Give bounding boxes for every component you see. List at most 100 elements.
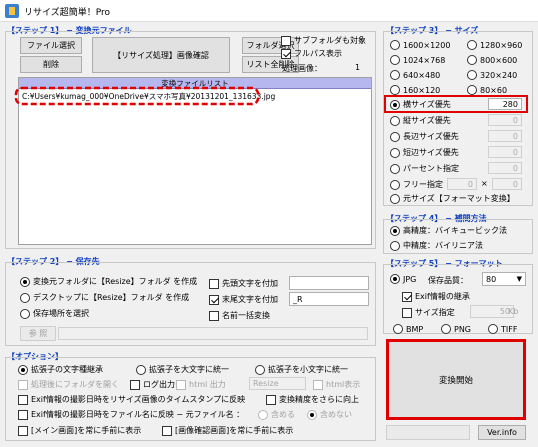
suffix-label: 末尾文字を付加 <box>222 295 278 304</box>
quality-label: 保存品質： <box>428 276 468 285</box>
processed-label: 処理画像： <box>282 64 322 73</box>
subfolder-label: サブフォルダも対象 <box>294 36 366 45</box>
app-icon <box>5 4 19 18</box>
tiff-label: TIFF <box>501 324 518 334</box>
quality-select[interactable]: 80 ▼ <box>482 272 526 286</box>
save-path-field[interactable] <box>58 327 368 340</box>
browse-button[interactable]: 参 照 <box>20 326 56 341</box>
main-front-label: [メイン画面]を常に手前に表示 <box>31 426 142 435</box>
free-size-radio[interactable]: フリー指定 <box>390 179 443 190</box>
long-side-radio[interactable]: 長辺サイズ優先 <box>390 131 459 142</box>
percent-input[interactable]: 0 <box>488 162 522 174</box>
width-priority-label: 横サイズ優先 <box>403 100 451 109</box>
subfolder-checkbox[interactable]: サブフォルダも対象 <box>281 35 366 46</box>
save-choose-radio[interactable]: 保存場所を選択 <box>20 308 89 319</box>
bmp-label: BMP <box>406 324 424 334</box>
height-input[interactable]: 0 <box>488 114 522 126</box>
preset-1600-label: 1600×1200 <box>403 40 451 50</box>
convert-start-button[interactable]: 変換開始 <box>386 339 526 420</box>
bmp-radio[interactable]: BMP <box>393 324 423 334</box>
preset-1024-radio[interactable]: 1024×768 <box>390 55 445 65</box>
free-height-input[interactable]: 0 <box>492 178 522 190</box>
preset-80-radio[interactable]: 80×60 <box>467 85 507 95</box>
exif-stamp-checkbox[interactable]: Exif情報の撮影日時をリサイズ画像のタイムスタンプに反映 <box>18 394 245 405</box>
prefix-checkbox[interactable]: 先頭文字を付加 <box>209 278 278 289</box>
save-choose-label: 保存場所を選択 <box>33 309 89 318</box>
png-radio[interactable]: PNG <box>441 324 471 334</box>
fullpath-checkbox[interactable]: フルパス表示 <box>281 48 342 59</box>
prefix-label: 先頭文字を付加 <box>222 279 278 288</box>
resize-name-field[interactable]: Resize <box>249 377 306 390</box>
bicubic-label: 高精度：バイキュービック法 <box>403 226 507 235</box>
long-side-label: 長辺サイズ優先 <box>403 132 459 141</box>
window-title: リサイズ超簡単！Pro <box>24 8 111 18</box>
confirm-front-checkbox[interactable]: [画像確認画面]を常に手前に表示 <box>162 425 293 436</box>
bicubic-radio[interactable]: 高精度：バイキュービック法 <box>390 225 507 236</box>
log-output-checkbox[interactable]: ログ出力 <box>130 379 175 390</box>
file-select-button[interactable]: ファイル選択 <box>20 37 82 54</box>
fullpath-label: フルパス表示 <box>294 49 342 58</box>
chevron-down-icon: ▼ <box>516 275 522 283</box>
preset-320-radio[interactable]: 320×240 <box>467 70 517 80</box>
resize-confirm-button[interactable]: 【リサイズ処理】画像確認 <box>92 37 230 73</box>
main-front-checkbox[interactable]: [メイン画面]を常に手前に表示 <box>18 425 141 436</box>
preset-640-radio[interactable]: 640×480 <box>390 70 440 80</box>
jpg-radio[interactable]: JPG <box>390 274 416 284</box>
preset-1600-radio[interactable]: 1600×1200 <box>390 40 450 50</box>
html-show-checkbox[interactable]: html表示 <box>313 379 360 390</box>
save-desktop-radio[interactable]: デスクトップに【Resize】フォルダ を作成 <box>20 292 189 303</box>
short-side-input[interactable]: 0 <box>488 146 522 158</box>
short-side-label: 短辺サイズ優先 <box>403 148 459 157</box>
size-limit-checkbox[interactable]: サイズ指定 <box>402 307 455 318</box>
original-size-radio[interactable]: 元サイズ【フォーマット変換】 <box>390 193 515 204</box>
preset-800-radio[interactable]: 800×600 <box>467 55 517 65</box>
suffix-input[interactable]: _R <box>289 292 369 306</box>
height-priority-radio[interactable]: 縦サイズ優先 <box>390 115 451 126</box>
html-output-checkbox[interactable]: html 出力 <box>176 379 226 390</box>
exif-name-checkbox[interactable]: Exif情報の撮影日時をファイル名に反映 − 元ファイル名 ： <box>18 409 244 420</box>
rename-label: 名前一括変換 <box>222 311 270 320</box>
tiff-radio[interactable]: TIFF <box>488 324 517 334</box>
percent-radio[interactable]: パーセント指定 <box>390 163 459 174</box>
preset-1280-radio[interactable]: 1280×960 <box>467 40 522 50</box>
ext-upper-radio[interactable]: 拡張子を大文字に統一 <box>136 364 229 375</box>
bilinear-radio[interactable]: 中精度：バイリニア法 <box>390 240 483 251</box>
width-priority-radio[interactable]: 横サイズ優先 <box>390 99 451 110</box>
short-side-radio[interactable]: 短辺サイズ優先 <box>390 147 459 158</box>
precision-checkbox[interactable]: 変換精度をさらに向上 <box>266 394 359 405</box>
rename-checkbox[interactable]: 名前一括変換 <box>209 310 270 321</box>
open-folder-checkbox[interactable]: 処理後にフォルダを開く <box>18 379 119 390</box>
preset-640-label: 640×480 <box>403 70 441 80</box>
long-side-input[interactable]: 0 <box>488 130 522 142</box>
ext-upper-label: 拡張子を大文字に統一 <box>149 365 229 374</box>
width-input[interactable]: 280 <box>488 98 522 110</box>
title-bar: リサイズ超簡単！Pro <box>0 0 538 22</box>
prefix-input[interactable] <box>289 276 369 290</box>
exif-keep-checkbox[interactable]: Exif情報の継承 <box>402 291 470 302</box>
delete-button[interactable]: 削除 <box>20 56 82 73</box>
preset-160-label: 160×120 <box>403 85 441 95</box>
ext-keep-radio[interactable]: 拡張子の文字種継承 <box>18 364 103 375</box>
save-same-radio[interactable]: 変換元フォルダに【Resize】フォルダ を作成 <box>20 276 197 287</box>
ext-lower-radio[interactable]: 拡張子を小文字に統一 <box>255 364 348 375</box>
jpg-label: JPG <box>403 274 417 284</box>
save-desktop-label: デスクトップに【Resize】フォルダ を作成 <box>33 293 190 302</box>
size-limit-label: サイズ指定 <box>415 308 455 317</box>
ext-lower-label: 拡張子を小文字に統一 <box>268 365 348 374</box>
precision-label: 変換精度をさらに向上 <box>279 395 359 404</box>
version-info-button[interactable]: Ver.info <box>478 425 526 440</box>
html-output-label: html 出力 <box>189 380 226 389</box>
preset-160-radio[interactable]: 160×120 <box>390 85 440 95</box>
preset-1280-label: 1280×960 <box>480 40 523 50</box>
name-exclude-label: 含めない <box>320 410 352 419</box>
file-dashed-highlight <box>14 86 260 106</box>
free-width-input[interactable]: 0 <box>447 178 477 190</box>
preset-800-label: 800×600 <box>480 55 518 65</box>
name-include-label: 含める <box>271 410 295 419</box>
name-exclude-radio[interactable]: 含めない <box>307 409 352 420</box>
confirm-front-label: [画像確認画面]を常に手前に表示 <box>175 426 294 435</box>
exif-keep-label: Exif情報の継承 <box>415 292 470 301</box>
suffix-checkbox[interactable]: 末尾文字を付加 <box>209 294 278 305</box>
free-multiply-label: × <box>481 179 488 188</box>
name-include-radio[interactable]: 含める <box>258 409 295 420</box>
